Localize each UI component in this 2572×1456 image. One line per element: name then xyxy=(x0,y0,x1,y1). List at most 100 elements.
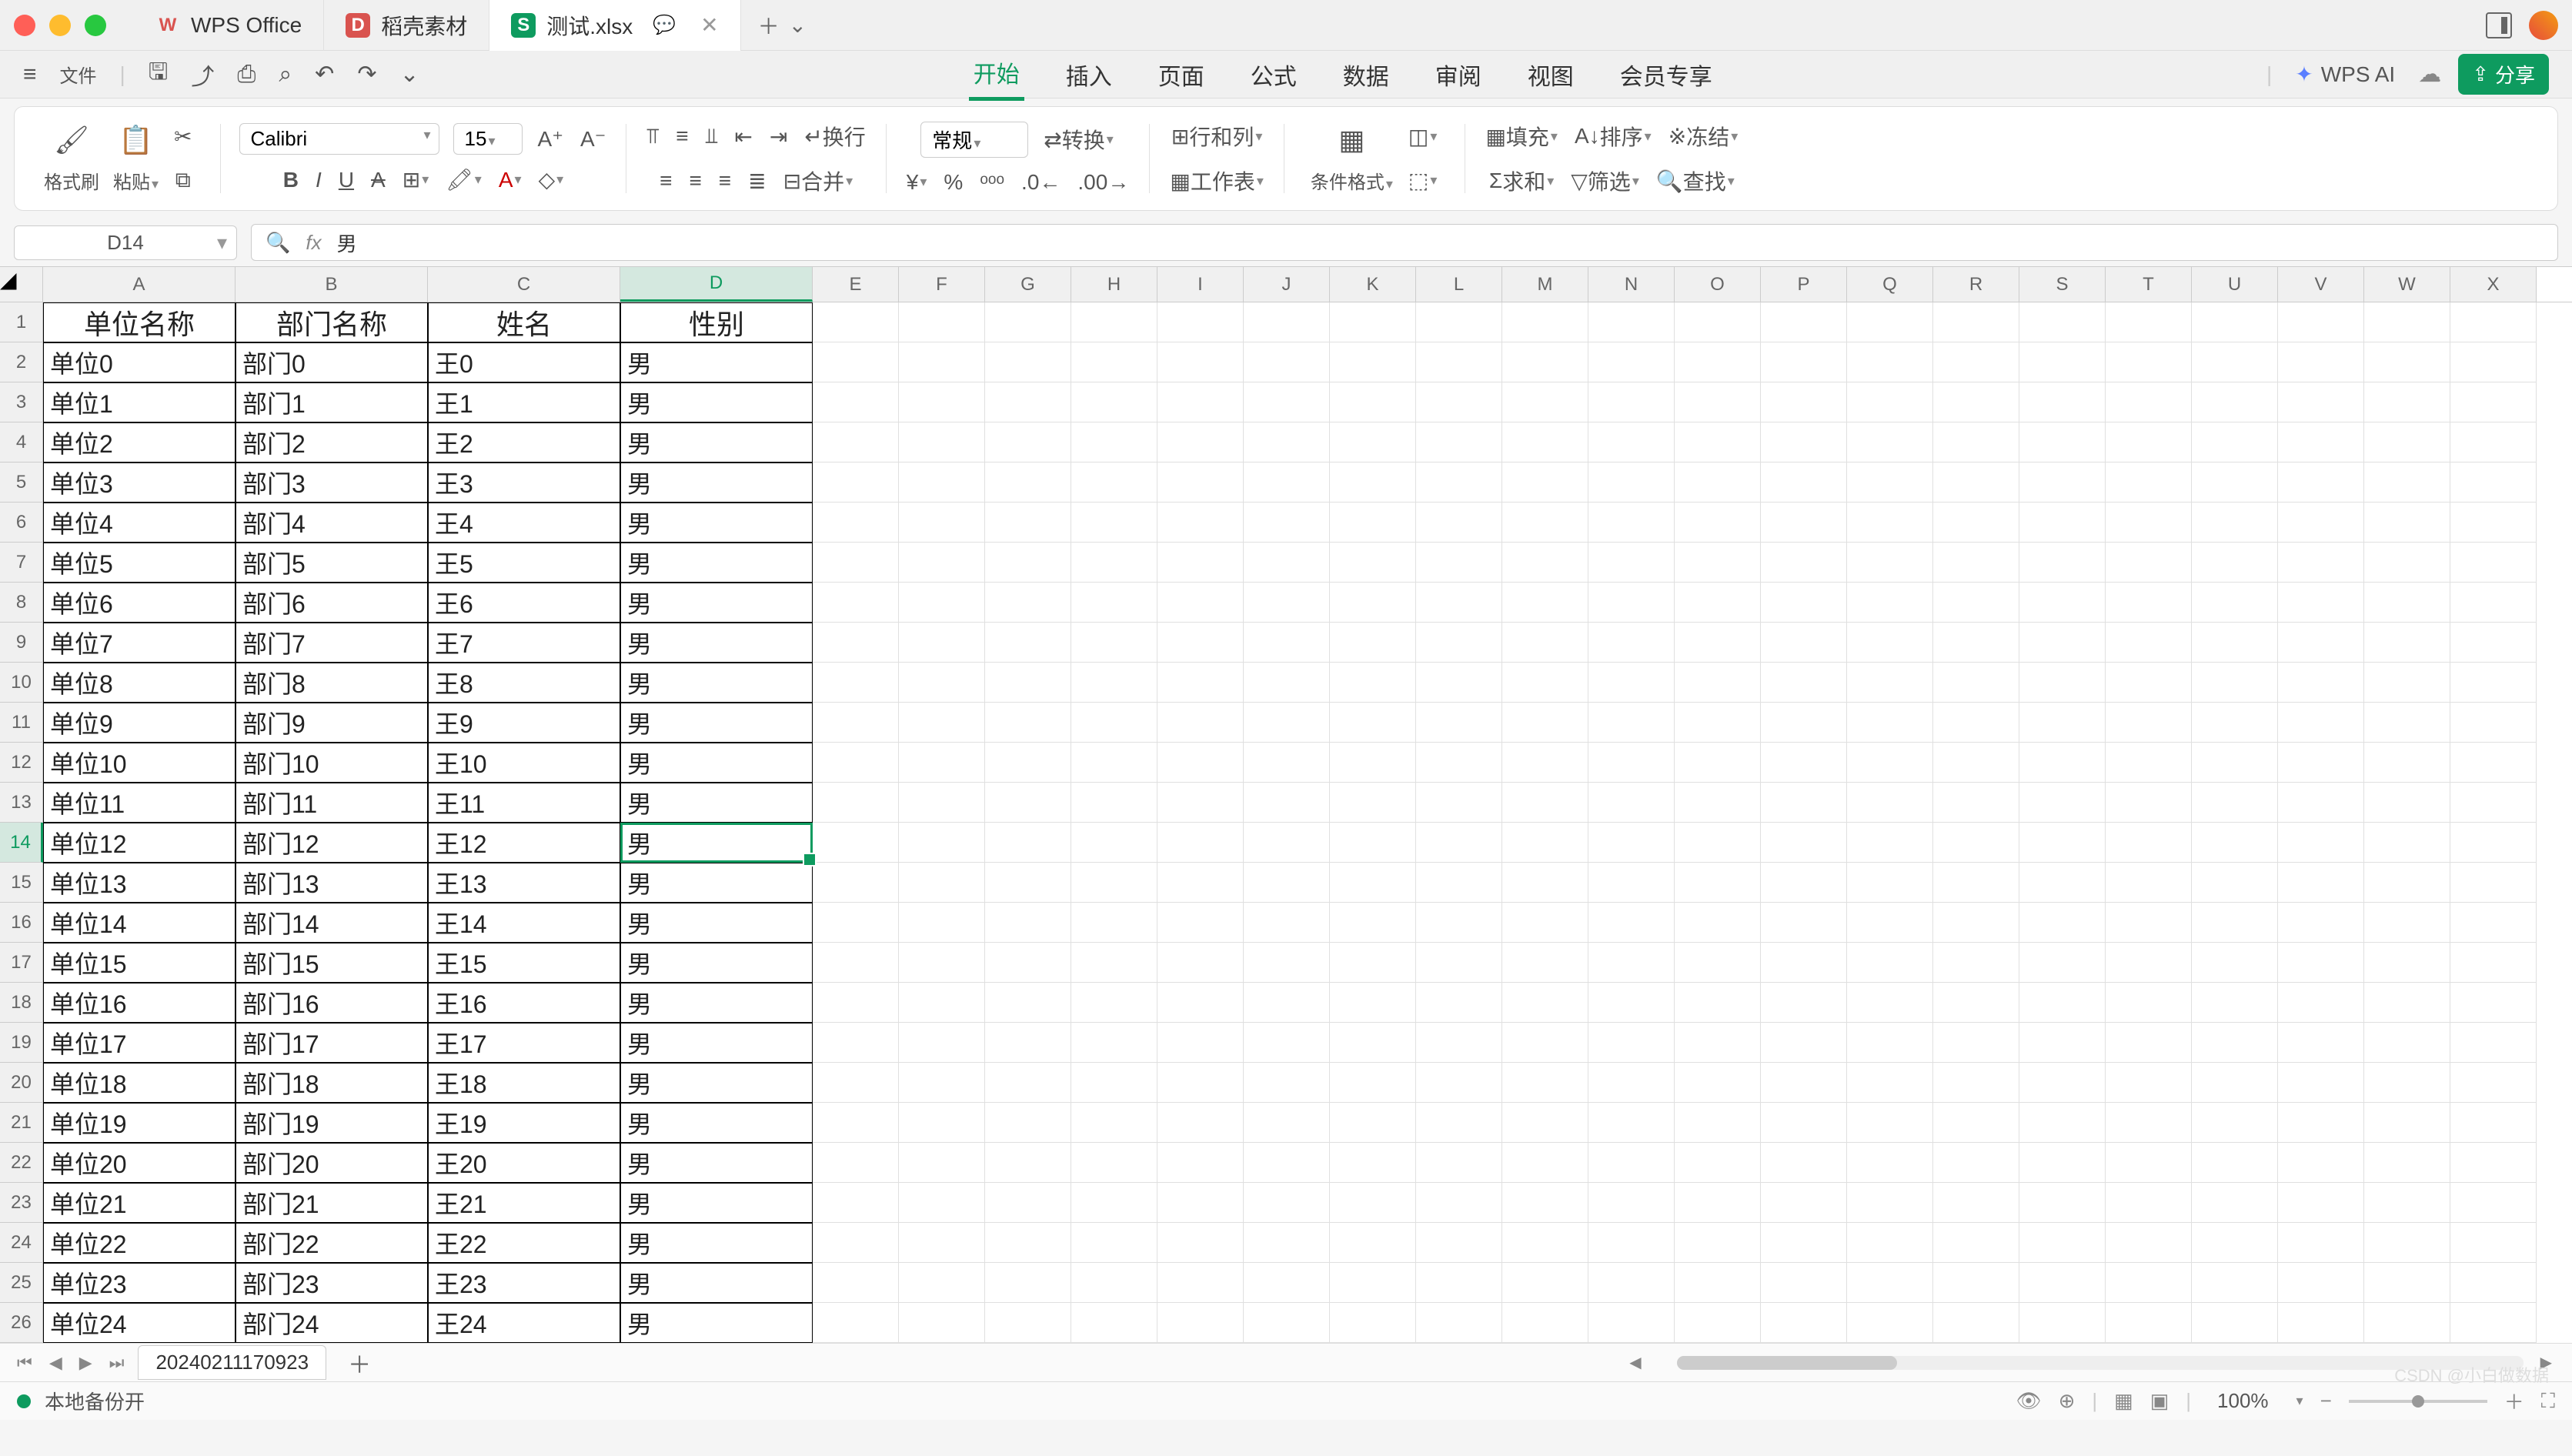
cell[interactable]: 男 xyxy=(620,1183,813,1223)
cell[interactable] xyxy=(2278,983,2364,1023)
cell[interactable] xyxy=(1847,823,1933,863)
cell[interactable] xyxy=(1071,863,1157,903)
cell[interactable] xyxy=(985,903,1071,943)
cell[interactable] xyxy=(1157,1183,1244,1223)
cell[interactable] xyxy=(1157,1223,1244,1263)
cell[interactable] xyxy=(1330,663,1416,703)
cell[interactable] xyxy=(2106,623,2192,663)
cell[interactable] xyxy=(1847,302,1933,342)
cell[interactable]: 王21 xyxy=(428,1183,620,1223)
cell[interactable] xyxy=(899,863,985,903)
cell[interactable] xyxy=(813,623,899,663)
cell[interactable] xyxy=(1502,1143,1588,1183)
cell[interactable] xyxy=(1588,703,1675,743)
row-header[interactable]: 18 xyxy=(0,983,43,1023)
cell[interactable] xyxy=(2192,863,2278,903)
decrease-decimal-icon[interactable]: .0← xyxy=(1020,169,1062,196)
cell[interactable] xyxy=(1157,1103,1244,1143)
cell[interactable] xyxy=(2364,783,2450,823)
cell[interactable] xyxy=(1416,823,1502,863)
cell[interactable] xyxy=(1847,1063,1933,1103)
cell[interactable] xyxy=(2019,1183,2106,1223)
column-header[interactable]: M xyxy=(1502,267,1588,302)
menu-item[interactable]: 视图 xyxy=(1523,50,1578,99)
cell[interactable]: 部门8 xyxy=(235,663,428,703)
row-header[interactable]: 8 xyxy=(0,583,43,623)
cell[interactable] xyxy=(985,1143,1071,1183)
row-header[interactable]: 26 xyxy=(0,1303,43,1343)
cell[interactable]: 部门12 xyxy=(235,823,428,863)
cell[interactable] xyxy=(899,1303,985,1343)
cell[interactable] xyxy=(1675,983,1761,1023)
cell[interactable] xyxy=(1330,1303,1416,1343)
cell[interactable] xyxy=(985,463,1071,503)
cell[interactable] xyxy=(985,503,1071,543)
cell[interactable] xyxy=(985,422,1071,463)
cell[interactable] xyxy=(1157,1063,1244,1103)
cell[interactable] xyxy=(813,1023,899,1063)
cell[interactable] xyxy=(2450,1223,2537,1263)
cell[interactable]: 男 xyxy=(620,342,813,382)
cell[interactable] xyxy=(813,783,899,823)
cell[interactable] xyxy=(985,823,1071,863)
cell[interactable] xyxy=(1761,1303,1847,1343)
row-header[interactable]: 11 xyxy=(0,703,43,743)
cell[interactable]: 王3 xyxy=(428,463,620,503)
cell[interactable] xyxy=(1416,463,1502,503)
cell[interactable] xyxy=(2106,1303,2192,1343)
cell[interactable] xyxy=(1244,543,1330,583)
cell[interactable] xyxy=(2019,623,2106,663)
cell[interactable] xyxy=(1933,623,2019,663)
column-header[interactable]: L xyxy=(1416,267,1502,302)
cell[interactable] xyxy=(1761,1223,1847,1263)
cell[interactable] xyxy=(2450,783,2537,823)
column-header[interactable]: B xyxy=(235,267,428,302)
cell[interactable]: 单位12 xyxy=(43,823,235,863)
cell[interactable]: 王5 xyxy=(428,543,620,583)
cell[interactable]: 男 xyxy=(620,703,813,743)
cell[interactable] xyxy=(899,1023,985,1063)
cell[interactable]: 男 xyxy=(620,1023,813,1063)
cell[interactable]: 男 xyxy=(620,422,813,463)
cell[interactable] xyxy=(2106,1183,2192,1223)
cell[interactable]: 男 xyxy=(620,783,813,823)
cell[interactable] xyxy=(1933,863,2019,903)
cell[interactable]: 部门6 xyxy=(235,583,428,623)
cell[interactable] xyxy=(2278,1303,2364,1343)
cell[interactable] xyxy=(1588,1023,1675,1063)
cell[interactable] xyxy=(1502,583,1588,623)
cell[interactable] xyxy=(2364,863,2450,903)
row-header[interactable]: 2 xyxy=(0,342,43,382)
cell[interactable] xyxy=(2278,583,2364,623)
cell[interactable] xyxy=(2364,583,2450,623)
cell[interactable] xyxy=(2278,503,2364,543)
cell[interactable] xyxy=(2192,583,2278,623)
cell[interactable] xyxy=(2019,583,2106,623)
cell[interactable] xyxy=(1416,703,1502,743)
cell[interactable] xyxy=(2364,823,2450,863)
cell[interactable] xyxy=(2019,943,2106,983)
cell[interactable] xyxy=(1675,503,1761,543)
underline-icon[interactable]: U xyxy=(337,166,356,194)
cell[interactable] xyxy=(985,342,1071,382)
cell[interactable] xyxy=(1157,783,1244,823)
cell[interactable]: 男 xyxy=(620,1103,813,1143)
cell[interactable]: 单位22 xyxy=(43,1223,235,1263)
cell[interactable] xyxy=(1933,703,2019,743)
cell[interactable]: 单位14 xyxy=(43,903,235,943)
cell[interactable]: 部门22 xyxy=(235,1223,428,1263)
normal-view-icon[interactable]: ▦ xyxy=(2114,1389,2133,1413)
cell[interactable] xyxy=(1761,543,1847,583)
cell[interactable]: 王9 xyxy=(428,703,620,743)
align-middle-icon[interactable]: ≡ xyxy=(674,122,690,150)
cell[interactable] xyxy=(1330,943,1416,983)
cell[interactable] xyxy=(1071,302,1157,342)
cell[interactable] xyxy=(985,1023,1071,1063)
copy-icon[interactable]: ⧉ xyxy=(174,166,192,195)
cell[interactable] xyxy=(2192,503,2278,543)
scroll-left-icon[interactable]: ◀ xyxy=(1623,1353,1647,1372)
column-header[interactable]: W xyxy=(2364,267,2450,302)
cell[interactable] xyxy=(2019,983,2106,1023)
cell[interactable] xyxy=(1588,823,1675,863)
cell[interactable] xyxy=(1502,302,1588,342)
